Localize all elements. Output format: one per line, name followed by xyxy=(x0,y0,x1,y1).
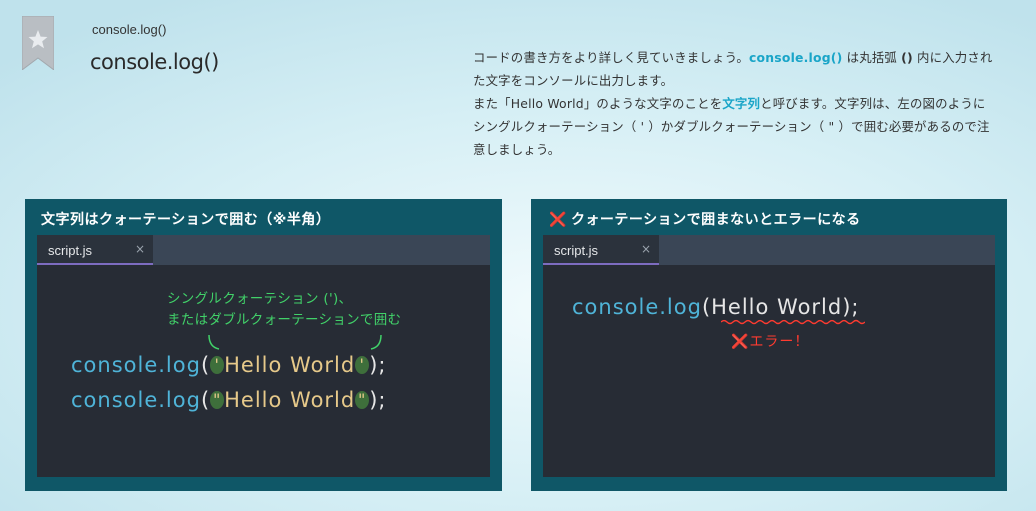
file-tab-label: script.js xyxy=(48,243,93,258)
page-subtitle: console.log() xyxy=(92,22,167,37)
annotation-bracket xyxy=(208,334,382,350)
code-string: Hello World xyxy=(224,388,356,412)
close-icon[interactable]: × xyxy=(641,242,651,256)
code-editor: script.js × console.log(Hello World); ❌エ… xyxy=(543,235,995,477)
close-icon[interactable]: × xyxy=(135,242,145,256)
description-text-part: は丸括弧 xyxy=(842,50,902,65)
quote-marker: ' xyxy=(355,356,370,374)
code-function: console.log xyxy=(71,388,201,412)
example-panel-error: ❌ クォーテーションで囲まないとエラーになる script.js × consol… xyxy=(531,199,1007,491)
error-squiggle xyxy=(721,319,865,325)
editor-tabbar: script.js × xyxy=(37,235,490,265)
description-text-part: また「Hello World」のような文字のことを xyxy=(473,96,723,111)
code-close: ); xyxy=(369,388,387,412)
code-close: ); xyxy=(369,353,387,377)
panel-title: ❌ クォーテーションで囲まないとエラーになる xyxy=(549,209,861,229)
code-line: console.log(Hello World); xyxy=(572,295,860,319)
code-paren: ( xyxy=(701,295,712,319)
page-title: console.log() xyxy=(90,50,219,74)
error-label: ❌エラー！ xyxy=(731,331,809,351)
cross-icon: ❌ xyxy=(731,334,750,350)
code-function: console.log xyxy=(71,353,201,377)
annotation-line: シングルクォーテション (')、 xyxy=(167,291,353,307)
annotation-line: またはダブルクォーテーションで囲む xyxy=(167,312,402,328)
quote-marker: " xyxy=(355,391,370,409)
description-highlight: console.log() xyxy=(749,50,843,65)
code-function: console.log xyxy=(572,295,702,319)
annotation-text: シングルクォーテション (')、 またはダブルクォーテーションで囲む xyxy=(167,289,401,331)
code-line: console.log(" Hello World "); xyxy=(71,388,387,412)
description-text: コードの書き方をより詳しく見ていきましょう。console.log() は丸括弧… xyxy=(473,46,993,161)
quote-marker: " xyxy=(210,391,225,409)
file-tab-script-js[interactable]: script.js × xyxy=(37,235,153,265)
code-line: console.log(' Hello World '); xyxy=(71,353,387,377)
quote-marker: ' xyxy=(210,356,225,374)
error-text: エラー！ xyxy=(749,334,810,350)
file-tab-label: script.js xyxy=(554,243,599,258)
code-argument: Hello World xyxy=(711,295,843,319)
description-highlight: 文字列 xyxy=(722,96,761,111)
example-panel-correct: 文字列はクォーテーションで囲む（※半角） script.js × シングルクォー… xyxy=(25,199,502,491)
bookmark-star-icon xyxy=(22,16,54,70)
code-paren: ( xyxy=(200,353,211,377)
editor-tabbar: script.js × xyxy=(543,235,995,265)
code-string: Hello World xyxy=(224,353,356,377)
cross-icon: ❌ xyxy=(549,212,567,228)
code-paren: ( xyxy=(200,388,211,412)
panel-title: 文字列はクォーテーションで囲む（※半角） xyxy=(41,212,331,228)
description-bold: () xyxy=(901,50,913,65)
file-tab-script-js[interactable]: script.js × xyxy=(543,235,659,265)
description-text-part: コードの書き方をより詳しく見ていきましょう。 xyxy=(473,50,750,65)
code-editor: script.js × シングルクォーテション (')、 またはダブルクォーテー… xyxy=(37,235,490,477)
code-close: ); xyxy=(842,295,860,319)
panel-title-text: クォーテーションで囲まないとエラーになる xyxy=(570,212,861,228)
